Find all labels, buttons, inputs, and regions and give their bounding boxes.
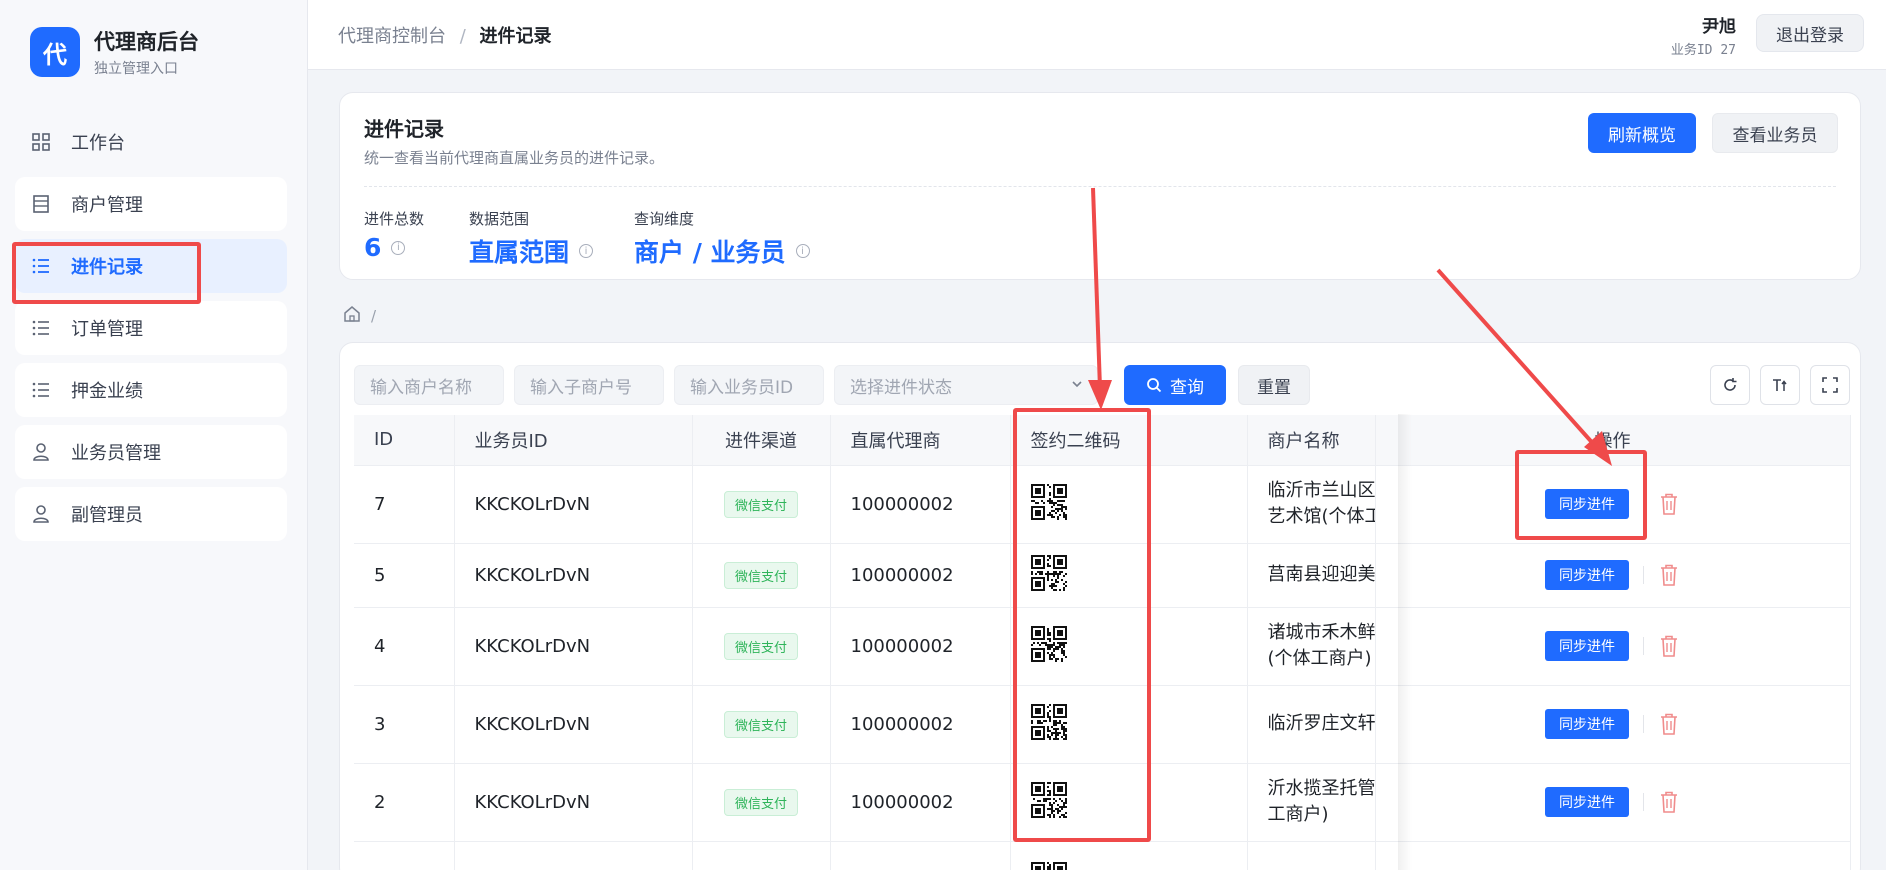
annotation-arrow [1436,268,1599,450]
annotation-arrow [1091,187,1102,389]
annotation-arrowhead [1088,380,1112,410]
annotation-arrows [1088,187,1612,466]
